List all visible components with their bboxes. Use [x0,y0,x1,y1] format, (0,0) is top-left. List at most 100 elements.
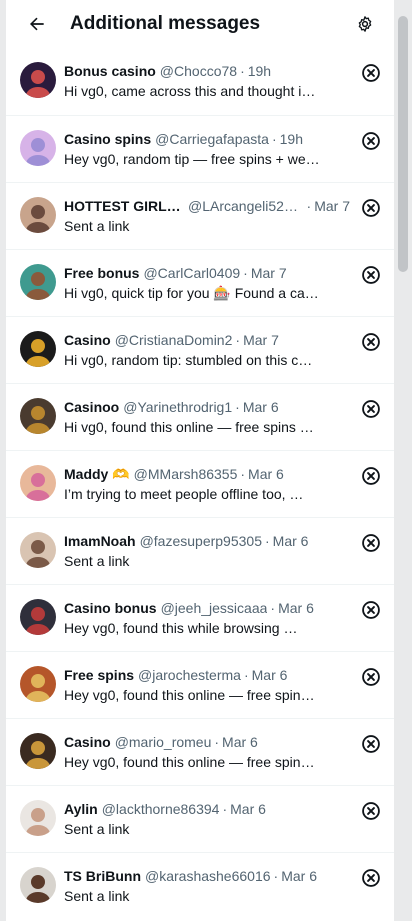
dismiss-button[interactable] [360,733,382,755]
message-header: Casino spins @Carriegafapasta · 19h [64,130,350,148]
avatar[interactable] [20,465,56,501]
close-circle-icon [362,266,380,284]
avatar[interactable] [20,666,56,702]
message-header: Casino @mario_romeu · Mar 6 [64,733,350,751]
message-row[interactable]: Casino @CristianaDomin2 · Mar 7 Hi vg0, … [6,316,394,383]
message-body: Free spins @jarochesterma · Mar 6 Hey vg… [64,666,350,705]
separator: · [235,332,241,348]
avatar[interactable] [20,733,56,769]
message-body: Casinoo @Yarinethrodrig1 · Mar 6 Hi vg0,… [64,398,350,437]
close-circle-icon [362,534,380,552]
message-snippet: Hey vg0, found this online — free spin… [64,754,315,770]
dismiss-button[interactable] [360,800,382,822]
sender-name[interactable]: Maddy 🫶 [64,465,130,483]
sender-name[interactable]: Free bonus [64,264,139,282]
timestamp: Mar 7 [243,332,279,348]
dismiss-button[interactable] [360,398,382,420]
message-snippet: Hi vg0, quick tip for you 🎰 Found a ca… [64,285,319,301]
avatar[interactable] [20,264,56,300]
message-header: Free spins @jarochesterma · Mar 6 [64,666,350,684]
avatar[interactable] [20,532,56,568]
message-snippet: I’m trying to meet people offline too, … [64,486,304,502]
sender-handle: @Carriegafapasta [155,131,269,147]
message-row[interactable]: Bonus casino @Chocco78 · 19h Hi vg0, cam… [6,48,394,115]
message-snippet: Hi vg0, random tip: stumbled on this c… [64,352,313,368]
close-circle-icon [362,400,380,418]
message-snippet: Sent a link [64,821,130,837]
scrollbar[interactable] [396,0,410,921]
message-row[interactable]: Casino bonus @jeeh_jessicaaa · Mar 6 Hey… [6,584,394,651]
avatar[interactable] [20,62,56,98]
scrollbar-thumb[interactable] [398,16,408,272]
sender-name[interactable]: Casino [64,733,111,751]
dismiss-button[interactable] [360,465,382,487]
timestamp: Mar 7 [250,265,287,281]
message-body: Bonus casino @Chocco78 · 19h Hi vg0, cam… [64,62,350,101]
message-row[interactable]: Maddy 🫶 @MMarsh86355 · Mar 6 I’m trying … [6,450,394,517]
message-body: Casino @CristianaDomin2 · Mar 7 Hi vg0, … [64,331,350,370]
message-snippet: Sent a link [64,553,130,569]
timestamp: Mar 7 [314,198,350,214]
timestamp: 19h [247,63,272,79]
back-button[interactable] [20,7,54,41]
avatar[interactable] [20,130,56,166]
sender-name[interactable]: TS BriBunn [64,867,141,885]
message-snippet: Hey vg0, found this while browsing … [64,620,298,636]
dismiss-button[interactable] [360,62,382,84]
message-body: Maddy 🫶 @MMarsh86355 · Mar 6 I’m trying … [64,465,350,504]
message-row[interactable]: Aylin @lackthorne86394 · Mar 6 Sent a li… [6,785,394,852]
message-row[interactable]: Casino spins @Carriegafapasta · 19h Hey … [6,115,394,182]
avatar[interactable] [20,599,56,635]
sender-name[interactable]: HOTTEST GIRLS… [64,197,184,215]
message-body: TS BriBunn @karashashe66016 · Mar 6 Sent… [64,867,350,906]
message-row[interactable]: Free bonus @CarlCarl0409 · Mar 7 Hi vg0,… [6,249,394,316]
avatar[interactable] [20,867,56,903]
timestamp: Mar 6 [272,533,309,549]
message-row[interactable]: TS BriBunn @karashashe66016 · Mar 6 Sent… [6,852,394,919]
message-row[interactable]: Casinoo @Yarinethrodrig1 · Mar 6 Hi vg0,… [6,383,394,450]
separator: · [222,801,228,817]
sender-handle: @Chocco78 [159,63,238,79]
avatar[interactable] [20,800,56,836]
sender-handle: @lackthorne86394 [101,801,220,817]
separator: · [214,734,220,750]
separator: · [243,265,248,281]
sender-name[interactable]: Casino spins [64,130,151,148]
avatar[interactable] [20,197,56,233]
additional-messages-panel: Additional messages Bonus casino @Chocco… [6,0,394,921]
avatar[interactable] [20,398,56,434]
message-body: HOTTEST GIRLS… @LArcangeli522… · Mar 7 S… [64,197,350,236]
dismiss-button[interactable] [360,331,382,353]
sender-name[interactable]: Free spins [64,666,134,684]
message-header: Free bonus @CarlCarl0409 · Mar 7 [64,264,350,282]
settings-button[interactable] [348,7,382,41]
dismiss-button[interactable] [360,264,382,286]
dismiss-button[interactable] [360,532,382,554]
message-row[interactable]: HOTTEST GIRLS… @LArcangeli522… · Mar 7 S… [6,182,394,249]
dismiss-button[interactable] [360,197,382,219]
avatar[interactable] [20,331,56,367]
message-header: Casino @CristianaDomin2 · Mar 7 [64,331,350,349]
message-snippet: Hi vg0, came across this and thought i… [64,83,316,99]
message-row[interactable]: Casino @mario_romeu · Mar 6 Hey vg0, fou… [6,718,394,785]
sender-name[interactable]: Casino [64,331,111,349]
message-header: Casino bonus @jeeh_jessicaaa · Mar 6 [64,599,350,617]
close-circle-icon [362,467,380,485]
message-body: Aylin @lackthorne86394 · Mar 6 Sent a li… [64,800,350,839]
message-body: ImamNoah @fazesuperp95305 · Mar 6 Sent a… [64,532,350,571]
sender-name[interactable]: Bonus casino [64,62,156,80]
message-row[interactable]: Free spins @jarochesterma · Mar 6 Hey vg… [6,651,394,718]
sender-name[interactable]: Casinoo [64,398,119,416]
message-body: Free bonus @CarlCarl0409 · Mar 7 Hi vg0,… [64,264,350,303]
dismiss-button[interactable] [360,599,382,621]
sender-handle: @CristianaDomin2 [114,332,233,348]
sender-name[interactable]: Aylin [64,800,98,818]
dismiss-button[interactable] [360,867,382,889]
message-row[interactable]: ImamNoah @fazesuperp95305 · Mar 6 Sent a… [6,517,394,584]
dismiss-button[interactable] [360,130,382,152]
sender-name[interactable]: Casino bonus [64,599,157,617]
sender-name[interactable]: ImamNoah [64,532,136,550]
message-snippet: Hey vg0, found this online — free spin… [64,687,315,703]
separator: · [306,198,312,214]
dismiss-button[interactable] [360,666,382,688]
